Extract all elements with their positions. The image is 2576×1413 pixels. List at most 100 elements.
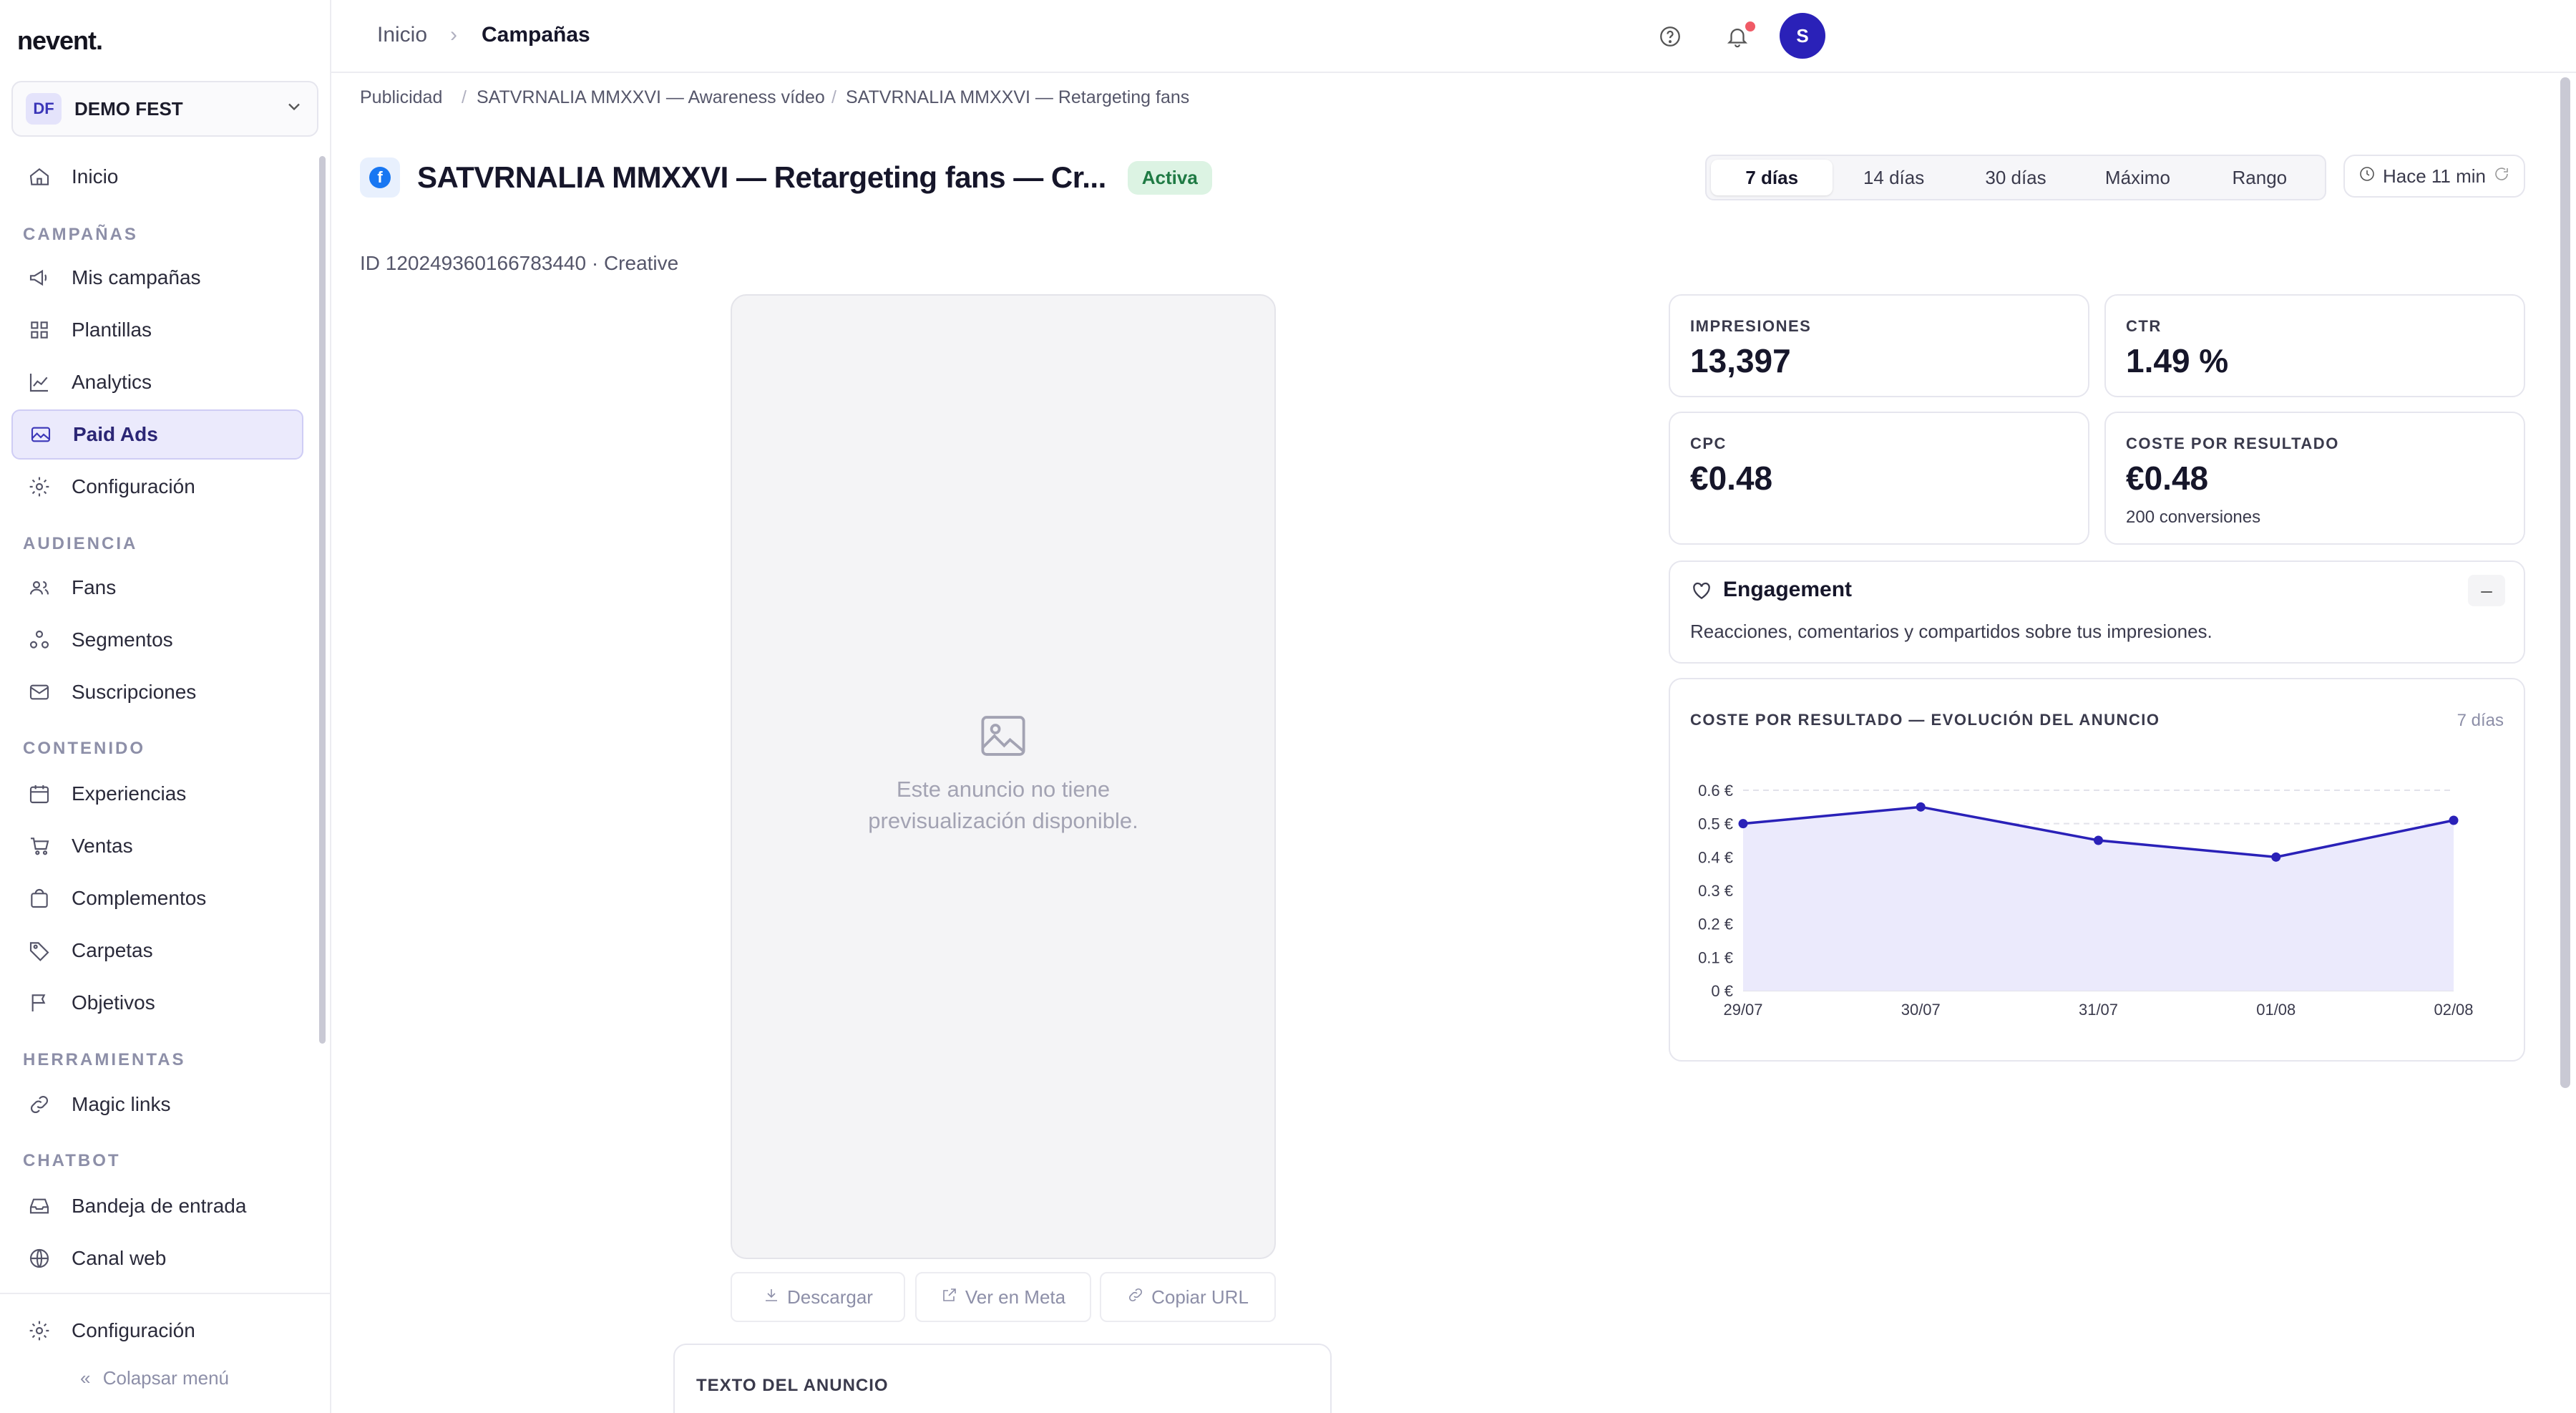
segments-icon	[27, 628, 52, 652]
sidebar-item-label: Mis campañas	[72, 266, 201, 288]
metric-card-ctr: CTR 1.49 %	[2104, 294, 2525, 397]
cost-per-result-chart: 0 € 0.1 € 0.2 € 0.3 € 0.4 € 0.5 € 0.6 € 29/07 30…	[1698, 782, 2473, 1019]
chevron-down-icon	[284, 97, 304, 122]
sidebar-item-label: Carpetas	[72, 939, 153, 961]
sidebar-item-home[interactable]: Inicio	[11, 152, 303, 202]
tab-30-days[interactable]: 30 días	[1955, 160, 2077, 195]
metric-label: COSTE POR RESULTADO	[2126, 434, 2339, 452]
tab-max[interactable]: Máximo	[2077, 160, 2198, 195]
tab-14-days[interactable]: 14 días	[1833, 160, 1954, 195]
chart-y-tick-label: 0.5 €	[1698, 815, 1733, 833]
bag-icon	[27, 886, 52, 911]
globe-icon	[27, 1246, 52, 1271]
clock-icon	[2358, 165, 2376, 188]
chart-y-tick-label: 0.6 €	[1698, 782, 1733, 800]
sidebar-item-subscriptions[interactable]: Suscripciones	[11, 667, 303, 717]
sidebar-item-label: Ventas	[72, 835, 133, 857]
sidebar-item-folders[interactable]: Carpetas	[11, 926, 303, 976]
link-icon	[1127, 1286, 1144, 1308]
chart-x-tick-label: 01/08	[2256, 1001, 2296, 1019]
section-campaigns: CAMPAÑAS	[23, 225, 138, 244]
grid-icon	[27, 318, 52, 342]
tab-custom-range[interactable]: Rango	[2199, 160, 2321, 195]
breadcrumb-separator: /	[831, 87, 836, 107]
link-icon	[27, 1092, 52, 1117]
refresh-button[interactable]: Hace 11 min	[2343, 155, 2525, 198]
sidebar-item-label: Plantillas	[72, 319, 152, 341]
sidebar-item-label: Configuración	[72, 475, 195, 497]
sidebar-item-campaign-settings[interactable]: Configuración	[11, 462, 303, 512]
org-name: DEMO FEST	[74, 97, 183, 120]
collapse-menu-button[interactable]: « Colapsar menú	[80, 1367, 229, 1389]
heart-icon	[1690, 579, 1714, 603]
status-badge: Activa	[1127, 160, 1212, 195]
tab-7-days[interactable]: 7 días	[1711, 160, 1833, 195]
sidebar-item-label: Magic links	[72, 1093, 171, 1115]
app-logo[interactable]: nevent.	[17, 26, 103, 56]
section-audience: AUDIENCIA	[23, 534, 138, 553]
ad-text-card: TEXTO DEL ANUNCIO	[673, 1344, 1332, 1413]
chart-y-tick-label: 0.1 €	[1698, 948, 1733, 966]
chart-x-tick-label: 02/08	[2434, 1001, 2473, 1019]
help-icon[interactable]	[1654, 20, 1687, 53]
sidebar-item-inbox[interactable]: Bandeja de entrada	[11, 1181, 303, 1231]
copy-url-label: Copiar URL	[1151, 1286, 1249, 1308]
engagement-description: Reacciones, comentarios y compartidos so…	[1690, 621, 2212, 642]
sidebar-item-segments[interactable]: Segmentos	[11, 615, 303, 665]
breadcrumb-advertising[interactable]: Publicidad	[360, 87, 442, 108]
copy-url-button[interactable]: Copiar URL	[1100, 1272, 1276, 1322]
avatar[interactable]: S	[1780, 13, 1825, 59]
sidebar-item-sales[interactable]: Ventas	[11, 821, 303, 871]
cart-icon	[27, 834, 52, 858]
download-icon	[763, 1286, 780, 1308]
chart-y-tick-label: 0 €	[1711, 982, 1733, 1000]
organization-selector[interactable]: DF DEMO FEST	[11, 81, 318, 137]
sidebar-item-analytics[interactable]: Analytics	[11, 357, 303, 407]
sidebar-item-label: Objetivos	[72, 991, 155, 1014]
calendar-icon	[27, 782, 52, 806]
sidebar-item-label: Inicio	[72, 165, 119, 188]
engagement-collapse-button[interactable]: –	[2468, 575, 2505, 606]
metric-card-cost-per-result: COSTE POR RESULTADO €0.48 200 conversion…	[2104, 412, 2525, 545]
chart-y-tick-label: 0.2 €	[1698, 916, 1733, 933]
page-scrollbar[interactable]	[2560, 77, 2570, 1088]
sidebar-item-magic-links[interactable]: Magic links	[11, 1079, 303, 1130]
mail-icon	[27, 680, 52, 704]
sidebar-item-label: Suscripciones	[72, 681, 197, 703]
top-bar: Inicio › Campañas S	[331, 0, 2576, 73]
home-icon	[27, 165, 52, 189]
chart-data-point	[1916, 802, 1926, 812]
sidebar-item-experiences[interactable]: Experiencias	[11, 769, 303, 819]
sidebar-item-paid-ads[interactable]: Paid Ads	[11, 409, 303, 460]
sidebar-item-addons[interactable]: Complementos	[11, 873, 303, 923]
sidebar-item-my-campaigns[interactable]: Mis campañas	[11, 253, 303, 303]
breadcrumb-campaign[interactable]: SATVRNALIA MMXXVI — Awareness vídeo	[477, 87, 825, 108]
users-icon	[27, 576, 52, 600]
facebook-icon: f	[360, 157, 400, 198]
topbar-crumb-home[interactable]: Inicio	[377, 23, 427, 47]
notification-dot	[1744, 20, 1757, 33]
chart-data-point	[1738, 819, 1748, 829]
chart-y-tick-label: 0.3 €	[1698, 882, 1733, 900]
flag-icon	[27, 991, 52, 1015]
sidebar-item-templates[interactable]: Plantillas	[11, 305, 303, 355]
megaphone-icon	[27, 266, 52, 290]
breadcrumb-adset[interactable]: SATVRNALIA MMXXVI — Retargeting fans	[846, 87, 1189, 108]
sidebar-item-goals[interactable]: Objetivos	[11, 978, 303, 1028]
ad-preview: Este anuncio no tiene previsualización d…	[731, 294, 1276, 1259]
metric-value: €0.48	[1690, 460, 1773, 497]
ad-id: ID 120249360166783440 · Creative	[360, 252, 679, 274]
view-in-meta-button[interactable]: Ver en Meta	[915, 1272, 1091, 1322]
refresh-icon	[2493, 165, 2510, 188]
download-button[interactable]: Descargar	[731, 1272, 905, 1322]
sidebar-item-fans[interactable]: Fans	[11, 563, 303, 613]
org-badge: DF	[26, 93, 62, 125]
sidebar: nevent. DF DEMO FEST Inicio CAMPAÑAS Mis…	[0, 0, 331, 1413]
chart-area-fill	[1743, 807, 2454, 991]
gear-icon	[27, 1319, 52, 1343]
line-chart-icon	[27, 370, 52, 394]
page-title: SATVRNALIA MMXXVI — Retargeting fans — C…	[417, 160, 1106, 194]
sidebar-item-web-channel[interactable]: Canal web	[11, 1233, 303, 1283]
sidebar-item-settings[interactable]: Configuración	[11, 1306, 303, 1356]
sidebar-scrollbar[interactable]	[319, 156, 326, 1044]
